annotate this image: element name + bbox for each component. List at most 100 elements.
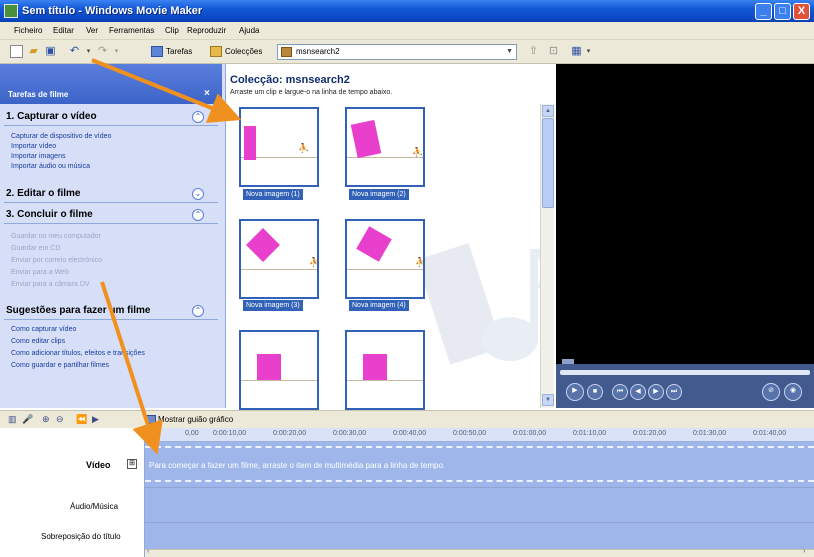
expand-video-track-icon[interactable]: ⊞: [127, 459, 137, 469]
save-icon[interactable]: ▣: [44, 45, 57, 58]
redo-icon[interactable]: ↷: [96, 45, 109, 58]
link-send-email: Enviar por correio electrónico: [11, 257, 103, 264]
open-folder-icon[interactable]: ▰: [27, 45, 40, 58]
new-folder-icon[interactable]: ⊡: [547, 45, 560, 58]
link-send-dv-camera: Enviar para a câmara DV: [11, 281, 90, 288]
new-project-icon[interactable]: [10, 45, 23, 58]
section-finish-title[interactable]: 3. Concluir o filme: [6, 209, 93, 220]
section-capture-collapse-icon[interactable]: ⌃: [192, 111, 204, 123]
link-how-titles[interactable]: Como adicionar títulos, efeitos e transi…: [11, 350, 145, 357]
clip-thumbnail-4[interactable]: ⛹: [345, 219, 425, 299]
collection-scrollbar[interactable]: ▲ ▼: [540, 104, 554, 408]
clip-label-2[interactable]: Nova imagem (2): [349, 189, 409, 200]
link-import-images[interactable]: Importar imagens: [11, 153, 65, 160]
up-folder-icon[interactable]: ⇧: [527, 45, 540, 58]
clip-label-3[interactable]: Nova imagem (3): [243, 300, 303, 311]
zoom-in-icon[interactable]: ⊕: [42, 414, 50, 425]
preview-monitor: [556, 64, 814, 364]
drop-zone-top-border: [145, 446, 814, 448]
clip-thumbnail-5[interactable]: [239, 330, 319, 410]
menu-ferramentas[interactable]: Ferramentas: [109, 26, 154, 35]
window-titlebar: Sem título - Windows Movie Maker _ □ X: [0, 0, 814, 22]
tasks-label: Tarefas: [166, 47, 193, 56]
clip-thumbnail-2[interactable]: ⛹: [345, 107, 425, 187]
title-overlay-track[interactable]: [145, 523, 814, 549]
section-finish-collapse-icon[interactable]: ⌃: [192, 209, 204, 221]
scroll-thumb[interactable]: [542, 118, 554, 208]
link-send-web: Enviar para a Web: [11, 269, 69, 276]
ruler-tick: 0:01:00,00: [513, 430, 547, 437]
section-edit-title[interactable]: 2. Editar o filme: [6, 188, 80, 199]
play-button-icon[interactable]: ▶: [566, 383, 584, 401]
scroll-up-icon[interactable]: ▲: [542, 105, 554, 117]
show-storyboard-button[interactable]: Mostrar guião gráfico: [158, 415, 233, 424]
minimize-button[interactable]: _: [755, 3, 772, 20]
clip-thumbnail-3[interactable]: ⛹: [239, 219, 319, 299]
undo-icon[interactable]: ↶: [68, 45, 81, 58]
collection-folder-icon: [281, 47, 292, 57]
timeline-track-labels: Vídeo ⊞ Áudio/Música Sobreposição do tít…: [0, 428, 145, 557]
video-track[interactable]: Para começar a fazer um filme, arraste o…: [145, 442, 814, 488]
stop-button-icon[interactable]: ■: [587, 384, 603, 400]
clip-horizon-line: [241, 269, 317, 270]
menu-ficheiro[interactable]: Ficheiro: [14, 26, 42, 35]
tasks-button[interactable]: Tarefas: [150, 44, 192, 60]
menu-editar[interactable]: Editar: [53, 26, 74, 35]
link-capture-device[interactable]: Capturar de dispositivo de vídeo: [11, 133, 111, 140]
zoom-out-icon[interactable]: ⊖: [56, 414, 64, 425]
player-controls: ▶ ■ ⏮ ◀ ▶ ⏭ ⊘ ◉: [556, 364, 814, 408]
timeline-ruler[interactable]: 0,00 0:00:10,00 0:00:20,00 0:00:30,00 0:…: [145, 428, 814, 442]
forward-icon[interactable]: ▶: [648, 384, 664, 400]
timeline-horizontal-scrollbar[interactable]: ‹ ›: [145, 548, 814, 557]
ruler-tick: 0:01:10,00: [573, 430, 607, 437]
menu-clip[interactable]: Clip: [165, 26, 179, 35]
redo-dropdown-icon[interactable]: ▾: [110, 45, 123, 58]
link-how-save-share[interactable]: Como guardar e partilhar filmes: [11, 362, 109, 369]
clip-label-1[interactable]: Nova imagem (1): [243, 189, 303, 200]
clip-thumbnail-1[interactable]: ⛹: [239, 107, 319, 187]
rewind-icon[interactable]: ◀: [630, 384, 646, 400]
clip-label-4[interactable]: Nova imagem (4): [349, 300, 409, 311]
scroll-down-icon[interactable]: ▼: [542, 394, 554, 406]
set-audio-levels-icon[interactable]: ▥: [8, 414, 17, 425]
scroll-right-icon[interactable]: ›: [803, 548, 805, 555]
section-tips-collapse-icon[interactable]: ⌃: [192, 305, 204, 317]
rewind-timeline-icon[interactable]: ⏪: [76, 414, 87, 425]
section-divider: [4, 202, 218, 203]
play-timeline-icon[interactable]: ▶: [92, 414, 99, 425]
ruler-tick: 0:00:20,00: [273, 430, 307, 437]
menu-ver[interactable]: Ver: [86, 26, 98, 35]
scroll-left-icon[interactable]: ‹: [147, 548, 149, 555]
undo-dropdown-icon[interactable]: ▾: [82, 45, 95, 58]
menu-reproduzir[interactable]: Reproduzir: [187, 26, 226, 35]
task-pane-title: Tarefas de filme: [8, 90, 69, 99]
maximize-button[interactable]: □: [774, 3, 791, 20]
link-import-audio[interactable]: Importar áudio ou música: [11, 163, 90, 170]
menu-ajuda[interactable]: Ajuda: [239, 26, 259, 35]
task-pane-close-icon[interactable]: ×: [204, 88, 210, 99]
audio-music-track[interactable]: [145, 488, 814, 523]
take-picture-icon[interactable]: ◉: [784, 383, 802, 401]
music-note-watermark-icon: [416, 243, 550, 365]
views-dropdown-icon[interactable]: ▾: [582, 45, 595, 58]
stick-figure-icon: ⛹: [309, 257, 317, 268]
previous-frame-icon[interactable]: ⏮: [612, 384, 628, 400]
link-how-edit[interactable]: Como editar clips: [11, 338, 65, 345]
ruler-tick: 0,00: [185, 430, 199, 437]
section-capture-title[interactable]: 1. Capturar o vídeo: [6, 111, 97, 122]
split-clip-icon[interactable]: ⊘: [762, 383, 780, 401]
ruler-tick: 0:00:50,00: [453, 430, 487, 437]
section-divider: [4, 223, 218, 224]
section-tips-title[interactable]: Sugestões para fazer um filme: [6, 305, 151, 316]
next-frame-icon[interactable]: ⏭: [666, 384, 682, 400]
section-edit-expand-icon[interactable]: ⌄: [192, 188, 204, 200]
clip-pink-rotated-square: [356, 226, 392, 262]
link-import-video[interactable]: Importar vídeo: [11, 143, 56, 150]
collection-select[interactable]: msnsearch2 ▼: [277, 44, 517, 60]
link-how-capture[interactable]: Como capturar vídeo: [11, 326, 76, 333]
seek-bar[interactable]: [560, 370, 810, 375]
collections-button[interactable]: Colecções: [209, 44, 262, 60]
narrate-timeline-icon[interactable]: 🎤: [22, 414, 33, 425]
clip-thumbnail-6[interactable]: [345, 330, 425, 410]
close-button[interactable]: X: [793, 3, 810, 20]
